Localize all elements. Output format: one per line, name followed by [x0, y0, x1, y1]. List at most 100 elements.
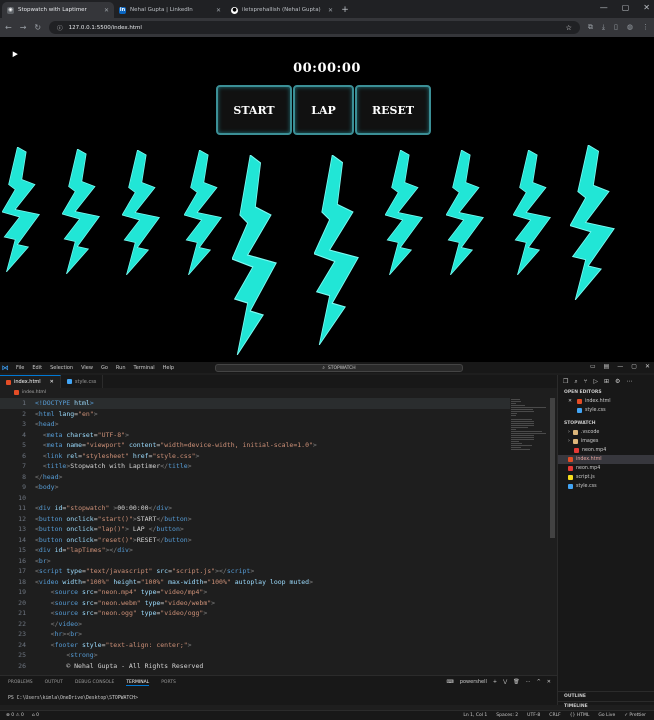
panel-toggle-icon[interactable]: ▤	[604, 363, 610, 370]
status-right-item[interactable]: UTF-8	[527, 713, 540, 718]
browser-tab-linkedin[interactable]: in Nehal Gupta | LinkedIn ✕	[114, 2, 226, 18]
code-editor[interactable]: 1 <!DOCTYPE html> 2 <html lang="en"> 3 <head>…	[0, 398, 510, 675]
open-editor-item[interactable]: style.css	[558, 406, 654, 415]
panel-tab-output[interactable]: OUTPUT	[45, 680, 63, 686]
tree-item-images[interactable]: › images	[558, 437, 654, 446]
code-line[interactable]: 7 <title>Stopwatch with Laptimer</title>	[0, 461, 510, 472]
status-right-item[interactable]: Go Live	[598, 713, 615, 718]
add-terminal-icon[interactable]: +	[493, 679, 497, 685]
browser-tab-stopwatch[interactable]: ◉ Stopwatch with Laptimer ✕	[2, 2, 114, 18]
code-line[interactable]: 8 </head>	[0, 472, 510, 483]
code-line[interactable]: 3 <head>	[0, 419, 510, 430]
tree-item-index-html[interactable]: index.html	[558, 455, 654, 464]
maximize-icon[interactable]: ▢	[631, 363, 637, 370]
menu-item-run[interactable]: Run	[116, 365, 126, 371]
editor-tab-index-html[interactable]: index.html ✕	[0, 375, 61, 388]
close-icon[interactable]: ✕	[547, 679, 551, 685]
terminal-prompt[interactable]: PS C:\Users\kimla\OneDrive\Desktop\STOPW…	[8, 696, 138, 701]
status-left-item[interactable]: ⊗ 0 ⚠ 0	[6, 713, 24, 718]
split-icon[interactable]: ⋁	[503, 679, 507, 685]
menu-icon[interactable]: ⋮	[642, 23, 649, 32]
status-right-item[interactable]: {} HTML	[570, 713, 590, 718]
code-line[interactable]: 1 <!DOCTYPE html>	[0, 398, 510, 409]
reset-button[interactable]: RESET	[355, 85, 431, 135]
project-header[interactable]: STOPWATCH	[558, 419, 654, 428]
editor-tab-style-css[interactable]: style.css	[61, 375, 104, 388]
panel-tab-problems[interactable]: PROBLEMS	[8, 680, 33, 686]
code-line[interactable]: 24 <footer style="text-align: center;">	[0, 640, 510, 651]
tree-item-neon-mp4[interactable]: neon.mp4	[558, 464, 654, 473]
tree-item-script-js[interactable]: script.js	[558, 473, 654, 482]
files-icon[interactable]: ❐	[563, 378, 568, 385]
menu-item-go[interactable]: Go	[101, 365, 108, 371]
code-line[interactable]: 20 <source src="neon.webm" type="video/w…	[0, 598, 510, 609]
close-icon[interactable]: ✕	[216, 7, 221, 14]
code-line[interactable]: 4 <meta charset="UTF-8">	[0, 430, 510, 441]
minimize-icon[interactable]: —	[600, 3, 608, 12]
code-line[interactable]: 18 <video width="100%" height="100%" max-…	[0, 577, 510, 588]
tree-item--vscode[interactable]: › .vscode	[558, 428, 654, 437]
run-debug-icon[interactable]: ▷	[593, 378, 598, 385]
panel-tab-debug-console[interactable]: DEBUG CONSOLE	[75, 680, 114, 686]
minimap[interactable]	[511, 398, 549, 450]
menu-item-file[interactable]: File	[16, 365, 24, 371]
open-editors-header[interactable]: OPEN EDITORS	[558, 388, 654, 397]
menu-item-selection[interactable]: Selection	[50, 365, 73, 371]
command-center[interactable]: ⌕ STOPWATCH	[215, 364, 463, 372]
maximize-icon[interactable]: ▢	[622, 3, 630, 12]
reload-icon[interactable]: ↻	[34, 23, 41, 32]
new-tab-button[interactable]: +	[338, 2, 352, 18]
code-line[interactable]: 14 <button onclick="reset()">RESET</butto…	[0, 535, 510, 546]
code-line[interactable]: 19 <source src="neon.mp4" type="video/mp…	[0, 587, 510, 598]
panel-tab-ports[interactable]: PORTS	[161, 680, 176, 686]
close-icon[interactable]: ✕	[328, 7, 333, 14]
extensions-icon[interactable]: ⧉	[588, 23, 593, 32]
code-line[interactable]: 16 <br>	[0, 556, 510, 567]
browser-tab-github[interactable]: ● iletsprehallish (Nehal Gupta) ✕	[226, 2, 338, 18]
close-icon[interactable]: ✕	[568, 399, 574, 404]
close-icon[interactable]: ✕	[50, 379, 54, 385]
tree-item-style-css[interactable]: style.css	[558, 482, 654, 491]
code-line[interactable]: 21 <source src="neon.ogg" type="video/og…	[0, 608, 510, 619]
start-button[interactable]: START	[216, 85, 292, 135]
tree-item-neon-mp4[interactable]: neon.mp4	[558, 446, 654, 455]
code-line[interactable]: 2 <html lang="en">	[0, 409, 510, 420]
code-line[interactable]: 23 <hr><br>	[0, 629, 510, 640]
open-editor-item[interactable]: ✕ index.html	[558, 397, 654, 406]
close-window-icon[interactable]: ✕	[643, 3, 650, 12]
more-icon[interactable]: ⋯	[526, 679, 531, 685]
menu-item-help[interactable]: Help	[163, 365, 174, 371]
status-right-item[interactable]: Ln 1, Col 1	[463, 713, 487, 718]
close-icon[interactable]: ✕	[104, 7, 109, 14]
shell-name[interactable]: powershell	[460, 679, 487, 685]
minimize-icon[interactable]: —	[617, 363, 623, 370]
code-line[interactable]: 9 <body>	[0, 482, 510, 493]
layout-icon[interactable]: ▭	[590, 363, 596, 370]
menu-item-view[interactable]: View	[81, 365, 93, 371]
downloads-icon[interactable]: ⤓	[602, 23, 605, 32]
trash-icon[interactable]: 🗑	[513, 679, 519, 685]
info-icon[interactable]: ⓘ	[57, 24, 63, 32]
panel-tab-terminal[interactable]: TERMINAL	[126, 680, 150, 686]
source-control-icon[interactable]: ⑂	[584, 378, 588, 385]
breadcrumb[interactable]: index.html	[0, 389, 46, 396]
menu-item-edit[interactable]: Edit	[32, 365, 42, 371]
code-line[interactable]: 22 </video>	[0, 619, 510, 630]
status-right-item[interactable]: CRLF	[549, 713, 560, 718]
code-line[interactable]: 26 © Nehal Gupta - All Rights Reserved	[0, 661, 510, 672]
sidepanel-icon[interactable]: ▯	[614, 23, 618, 32]
lap-button[interactable]: LAP	[293, 85, 354, 135]
code-line[interactable]: 17 <script type="text/javascript" src="sc…	[0, 566, 510, 577]
status-right-item[interactable]: ✓ Prettier	[624, 713, 646, 718]
extensions-icon[interactable]: ⊞	[604, 378, 609, 385]
status-right-item[interactable]: Spaces: 2	[496, 713, 518, 718]
code-line[interactable]: 10	[0, 493, 510, 504]
code-line[interactable]: 13 <button onclick="lap()"> LAP </button>	[0, 524, 510, 535]
status-left-item[interactable]: ⌂ 0	[32, 713, 39, 718]
forward-icon[interactable]: →	[20, 23, 27, 32]
code-line[interactable]: 6 <link rel="stylesheet" href="style.css…	[0, 451, 510, 462]
code-line[interactable]: 5 <meta name="viewport" content="width=d…	[0, 440, 510, 451]
search-icon[interactable]: ⌕	[574, 378, 577, 386]
code-line[interactable]: 15 <div id="lapTimes"></div>	[0, 545, 510, 556]
menu-item-terminal[interactable]: Terminal	[134, 365, 155, 371]
